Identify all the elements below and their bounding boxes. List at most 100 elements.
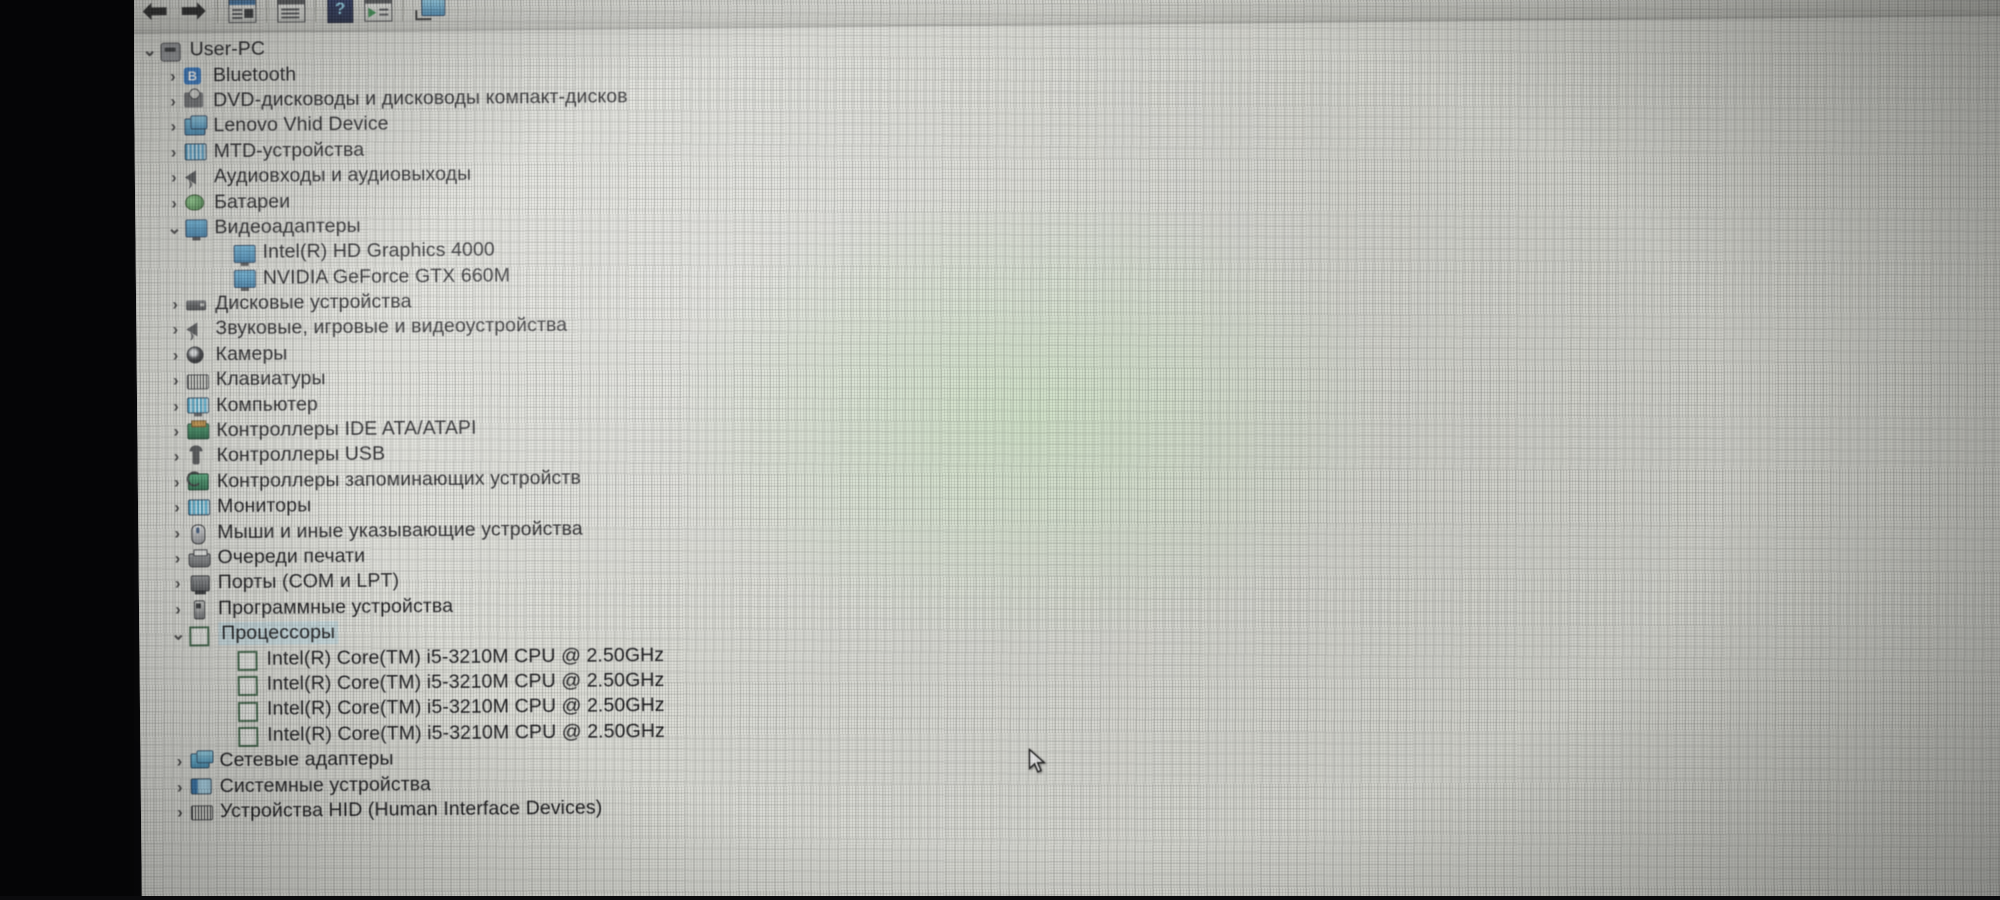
tree-item-label: Bluetooth (212, 63, 297, 86)
processor-icon (237, 650, 259, 672)
chevron-down-icon[interactable]: ⌄ (167, 625, 189, 644)
chevron-right-icon[interactable]: › (165, 422, 187, 441)
chevron-right-icon[interactable]: › (165, 371, 187, 390)
processor-icon (238, 726, 260, 748)
scan-hardware-button[interactable] (359, 0, 397, 27)
screen-photo: Вид Справка ⬅ ➡ (0, 0, 2000, 900)
chevron-right-icon[interactable]: › (165, 447, 187, 466)
tree-item-label: Intel(R) Core(TM) i5-3210M CPU @ 2.50GHz (266, 643, 665, 670)
chevron-right-icon[interactable]: › (169, 802, 191, 821)
device-list-icon (277, 0, 306, 23)
chevron-right-icon[interactable]: › (169, 777, 191, 796)
tree-item-label: Контроллеры USB (216, 443, 386, 467)
chevron-right-icon[interactable]: › (163, 168, 185, 187)
tree-item-label: Порты (COM и LPT) (217, 569, 400, 594)
chevron-right-icon[interactable]: › (163, 142, 185, 161)
tree-item-label: Intel(R) Core(TM) i5-3210M CPU @ 2.50GHz (267, 719, 665, 746)
tree-item-label: Мыши и иные указывающие устройства (217, 517, 583, 543)
update-driver-button[interactable] (272, 0, 310, 28)
display-adapter-icon (233, 244, 256, 263)
device-tree[interactable]: ⌄ User-PC › B Bluetooth › DVD-дисководы и диск… (134, 20, 2000, 825)
hid-device-icon (190, 803, 214, 821)
back-button[interactable]: ⬅ (136, 0, 174, 29)
tree-item-label: Аудиовходы и аудиовыходы (213, 162, 472, 188)
properties-button[interactable] (223, 0, 261, 28)
tree-item-label: DVD-дисководы и дисководы компакт-дисков (213, 85, 628, 112)
toolbar-separator (402, 0, 404, 22)
chevron-down-icon[interactable]: ⌄ (163, 218, 185, 237)
tree-item-label: Intel(R) Core(TM) i5-3210M CPU @ 2.50GHz (266, 668, 665, 695)
tree-item-label: Lenovo Vhid Device (213, 112, 389, 137)
chevron-down-icon[interactable]: ⌄ (139, 41, 161, 60)
toolbar-separator (266, 0, 268, 23)
tree-item-label: Контроллеры запоминающих устройств (216, 466, 582, 493)
tree-item-label: Сетевые адаптеры (219, 747, 394, 772)
tree-item-label: Мониторы (216, 494, 312, 518)
disk-drive-icon (186, 295, 208, 313)
computer-icon (160, 41, 183, 62)
speaker-icon (186, 320, 208, 338)
chevron-right-icon[interactable]: › (162, 66, 184, 85)
ide-controller-icon (187, 422, 210, 440)
battery-icon (185, 193, 207, 211)
chevron-right-icon[interactable]: › (164, 320, 186, 339)
chevron-right-icon[interactable]: › (167, 599, 189, 618)
tree-item-label: Программные устройства (217, 594, 454, 619)
scan-hardware-icon (364, 0, 393, 22)
monitor-arrow-icon (415, 0, 446, 21)
forward-button[interactable]: ➡ (174, 0, 212, 29)
processor-icon (189, 625, 211, 647)
tree-item-label: User-PC (189, 37, 266, 61)
toolbar-separator (315, 0, 317, 23)
tree-item-label: Компьютер (215, 392, 318, 416)
tree-item-label: Очереди печати (217, 544, 366, 569)
vhid-device-icon (184, 117, 206, 136)
chevron-right-icon[interactable]: › (166, 498, 188, 517)
camera-icon (186, 346, 208, 364)
display-adapter-icon (185, 219, 208, 238)
processor-icon (237, 675, 260, 697)
tree-item-label: MTD-устройства (213, 138, 365, 162)
show-hidden-devices-button[interactable] (408, 0, 452, 26)
speaker-icon (184, 168, 207, 186)
chevron-right-icon[interactable]: › (168, 752, 190, 771)
chevron-right-icon[interactable]: › (163, 193, 185, 212)
tree-item-label: Батареи (214, 190, 291, 213)
mouse-icon (188, 523, 210, 545)
chevron-right-icon[interactable]: › (164, 295, 186, 314)
chevron-right-icon[interactable]: › (165, 396, 187, 415)
tree-item-label: Камеры (215, 342, 288, 366)
help-question-icon: ? (327, 0, 354, 24)
keyboard-icon (186, 371, 209, 390)
tree-item-label: Звуковые, игровые и видеоустройства (215, 314, 568, 340)
screen-bezel-bottom (0, 896, 2000, 900)
tree-item-label: Процессоры (218, 621, 339, 646)
computer-monitor-icon (186, 396, 210, 414)
bluetooth-icon: B (183, 66, 206, 85)
dvd-drive-icon (184, 92, 206, 110)
chevron-right-icon[interactable]: › (167, 574, 189, 593)
software-device-icon (189, 600, 211, 620)
tree-item-label: Дисковые устройства (214, 290, 412, 315)
tree-item-label: Видеоадаптеры (214, 214, 361, 239)
chevron-right-icon[interactable]: › (162, 117, 184, 136)
usb-controller-icon (187, 447, 209, 465)
properties-icon (228, 0, 257, 24)
chevron-right-icon[interactable]: › (166, 549, 188, 568)
printer-icon (188, 549, 211, 567)
tree-item-label: Устройства HID (Human Interface Devices) (219, 796, 603, 823)
system-device-icon (190, 777, 213, 795)
tree-item-label: Клавиатуры (215, 367, 326, 391)
tree-item-label: Контроллеры IDE ATA/ATAPI (216, 416, 477, 442)
chevron-right-icon[interactable]: › (162, 92, 184, 111)
processor-icon (237, 701, 260, 722)
chevron-right-icon[interactable]: › (166, 523, 188, 542)
mtd-device-icon (184, 143, 207, 161)
chevron-right-icon[interactable]: › (166, 472, 188, 491)
device-manager-window: Вид Справка ⬅ ➡ (133, 0, 2000, 900)
port-icon (189, 574, 211, 592)
chevron-right-icon[interactable]: › (165, 345, 187, 364)
toolbar-separator (217, 0, 219, 24)
display-adapter-icon (233, 269, 256, 289)
help-button[interactable]: ? (321, 0, 359, 27)
